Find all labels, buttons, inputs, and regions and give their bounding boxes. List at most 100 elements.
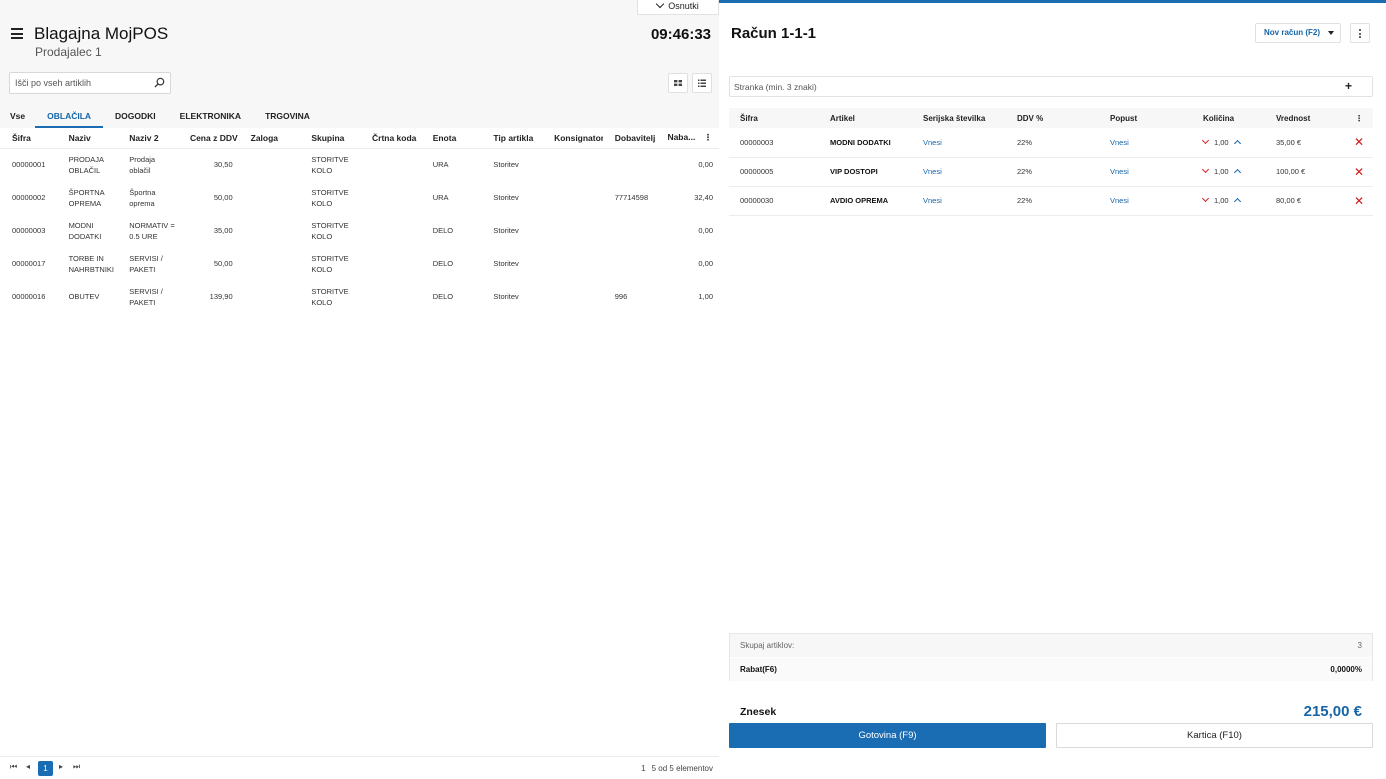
more-options-button[interactable] [1350, 23, 1370, 43]
product-panel: Blagajna MojPOS Prodajalec 1 09:46:33 Os… [0, 0, 719, 779]
discount-row[interactable]: Rabat(F6) 0,0000% [730, 658, 1372, 681]
cell-dobavitelj [603, 247, 664, 280]
cell-sifra: 00000003 [12, 226, 46, 235]
cell-skupina: STORITVE KOLO [311, 154, 349, 175]
line-quantity[interactable]: 1,00 [1214, 167, 1229, 176]
table-row[interactable]: 00000002 ŠPORTNA OPREMA Športna oprema 50,0… [0, 181, 719, 214]
column-header[interactable]: Naziv [56, 128, 118, 149]
cell-crtna [360, 148, 421, 181]
cell-skupina: STORITVE KOLO [311, 286, 349, 307]
receipt-line[interactable]: 00000030 AVDIO OPREMA Vnesi 22% Vnesi 1,00 80,… [729, 186, 1373, 216]
list-view-button[interactable] [692, 73, 712, 93]
line-quantity[interactable]: 1,00 [1214, 138, 1229, 147]
tab-trgovina[interactable]: TRGOVINA [253, 104, 322, 128]
serial-number-link[interactable]: Vnesi [923, 196, 942, 205]
search-icon[interactable] [154, 77, 165, 88]
cell-zaloga [239, 280, 300, 313]
list-icon [698, 79, 706, 87]
discount-link[interactable]: Vnesi [1110, 196, 1129, 205]
table-row[interactable]: 00000016 OBUTEV SERVISI / PAKETI 139,90 STOR… [0, 280, 719, 313]
discount-link[interactable]: Vnesi [1110, 138, 1129, 147]
product-search-input[interactable] [10, 73, 150, 93]
column-header[interactable]: Enota [420, 128, 482, 149]
column-menu-icon[interactable]: ⋮ [704, 132, 713, 142]
receipt-table: Šifra Artikel Serijska številka DDV % Po… [729, 108, 1373, 216]
table-row[interactable]: 00000017 TORBE IN NAHRBTNIKI SERVISI / PAK… [0, 247, 719, 280]
decrease-quantity-icon[interactable] [1201, 136, 1210, 144]
quantity-stepper: 1,00 [1201, 165, 1265, 177]
cell-crtna [360, 247, 421, 280]
cell-cena: 35,00 [213, 226, 233, 235]
decrease-quantity-icon[interactable] [1201, 165, 1210, 174]
cell-cena: 30,50 [213, 160, 233, 170]
receipt-panel: Račun 1-1-1 Nov račun (F2) + Šifra Artik… [719, 0, 1386, 779]
cell-enota: DELO [432, 292, 454, 301]
column-header[interactable]: Dobavitelj [602, 128, 664, 149]
line-article: AVDIO OPREMA [819, 186, 912, 216]
column-header[interactable]: Naziv 2 [117, 128, 178, 149]
cell-naziv2: SERVISI / PAKETI [129, 286, 163, 307]
serial-number-link[interactable]: Vnesi [923, 138, 942, 147]
cell-zaloga [239, 148, 300, 181]
remove-line-icon[interactable]: ✕ [1354, 194, 1364, 208]
decrease-quantity-icon[interactable] [1201, 194, 1210, 203]
column-header[interactable]: Cena z DDV [177, 128, 239, 149]
last-page-button[interactable]: ⏭ [73, 762, 80, 772]
table-row[interactable]: 00000001 PRODAJA OBLAČIL Prodaja oblačil 30… [0, 148, 719, 181]
receipt-line[interactable]: 00000005 VIP DOSTOPI Vnesi 22% Vnesi 1,00 100,… [729, 157, 1373, 187]
tab-elektronika[interactable]: ELEKTRONIKA [168, 104, 253, 128]
hamburger-menu-icon[interactable] [11, 28, 23, 39]
prev-page-button[interactable]: ◂ [26, 762, 30, 771]
line-quantity[interactable]: 1,00 [1214, 196, 1229, 205]
receipt-table-header: Šifra Artikel Serijska številka DDV % Po… [729, 108, 1373, 128]
receipt-line[interactable]: 00000003 MODNI DODATKI Vnesi 22% Vnesi 1,00 35… [729, 128, 1373, 158]
cell-crtna [360, 280, 421, 313]
pay-card-button[interactable]: Kartica (F10) [1056, 723, 1373, 748]
drafts-label: Osnutki [668, 1, 699, 11]
column-header[interactable]: Šifra [0, 128, 57, 149]
column-header[interactable]: Skupina [299, 128, 360, 149]
column-header: Šifra [729, 108, 819, 128]
first-page-button[interactable]: ⏮ [10, 762, 17, 772]
tab-oblacila[interactable]: OBLAČILA [35, 104, 104, 128]
table-row[interactable]: 00000003 MODNI DODATKI NORMATIV = 0.5 URE 3… [0, 214, 719, 247]
pay-cash-button[interactable]: Gotovina (F9) [729, 723, 1046, 748]
remove-line-icon[interactable]: ✕ [1354, 165, 1364, 179]
cell-dobavitelj [603, 148, 664, 181]
column-header[interactable]: Tip artikla [481, 128, 543, 149]
next-page-button[interactable]: ▸ [59, 762, 63, 771]
column-menu-icon[interactable]: ⋮ [1345, 108, 1373, 128]
increase-quantity-icon[interactable] [1233, 168, 1241, 177]
cell-naziv: TORBE IN NAHRBTNIKI [68, 253, 114, 274]
grid-view-button[interactable] [668, 73, 688, 93]
cell-crtna [360, 181, 421, 214]
drafts-button[interactable]: Osnutki [637, 0, 719, 15]
column-header[interactable]: Zaloga [238, 128, 300, 149]
cell-tip: Storitev [493, 160, 519, 170]
tab-dogodki[interactable]: DOGODKI [103, 104, 168, 128]
app-title: Blagajna MojPOS [34, 24, 169, 43]
cell-sifra: 00000002 [12, 193, 46, 202]
cell-cena: 50,00 [213, 259, 233, 268]
column-header[interactable]: Črtna koda [360, 128, 421, 149]
caret-down-icon[interactable] [1328, 31, 1334, 35]
cell-konsignator [542, 214, 603, 247]
quantity-stepper: 1,00 [1201, 136, 1265, 147]
column-header[interactable]: Naba... ⋮ [663, 128, 719, 149]
discount-link[interactable]: Vnesi [1110, 167, 1129, 176]
cell-konsignator [542, 247, 603, 280]
cell-enota: URA [432, 160, 449, 170]
increase-quantity-icon[interactable] [1233, 197, 1241, 206]
add-customer-icon[interactable]: + [1345, 79, 1352, 93]
new-receipt-button[interactable]: Nov račun (F2) [1255, 23, 1341, 43]
cell-nabava: 0,00 [698, 160, 713, 170]
customer-search-input[interactable] [730, 77, 1330, 97]
current-page-button[interactable]: 1 [38, 761, 53, 776]
increase-quantity-icon[interactable] [1233, 139, 1241, 147]
line-vat: 22% [1006, 186, 1099, 216]
column-header-label: Naba... [667, 132, 696, 143]
remove-line-icon[interactable]: ✕ [1354, 135, 1364, 149]
tab-vse[interactable]: Vse [6, 104, 35, 128]
column-header[interactable]: Konsignator [542, 128, 603, 149]
serial-number-link[interactable]: Vnesi [923, 167, 942, 176]
